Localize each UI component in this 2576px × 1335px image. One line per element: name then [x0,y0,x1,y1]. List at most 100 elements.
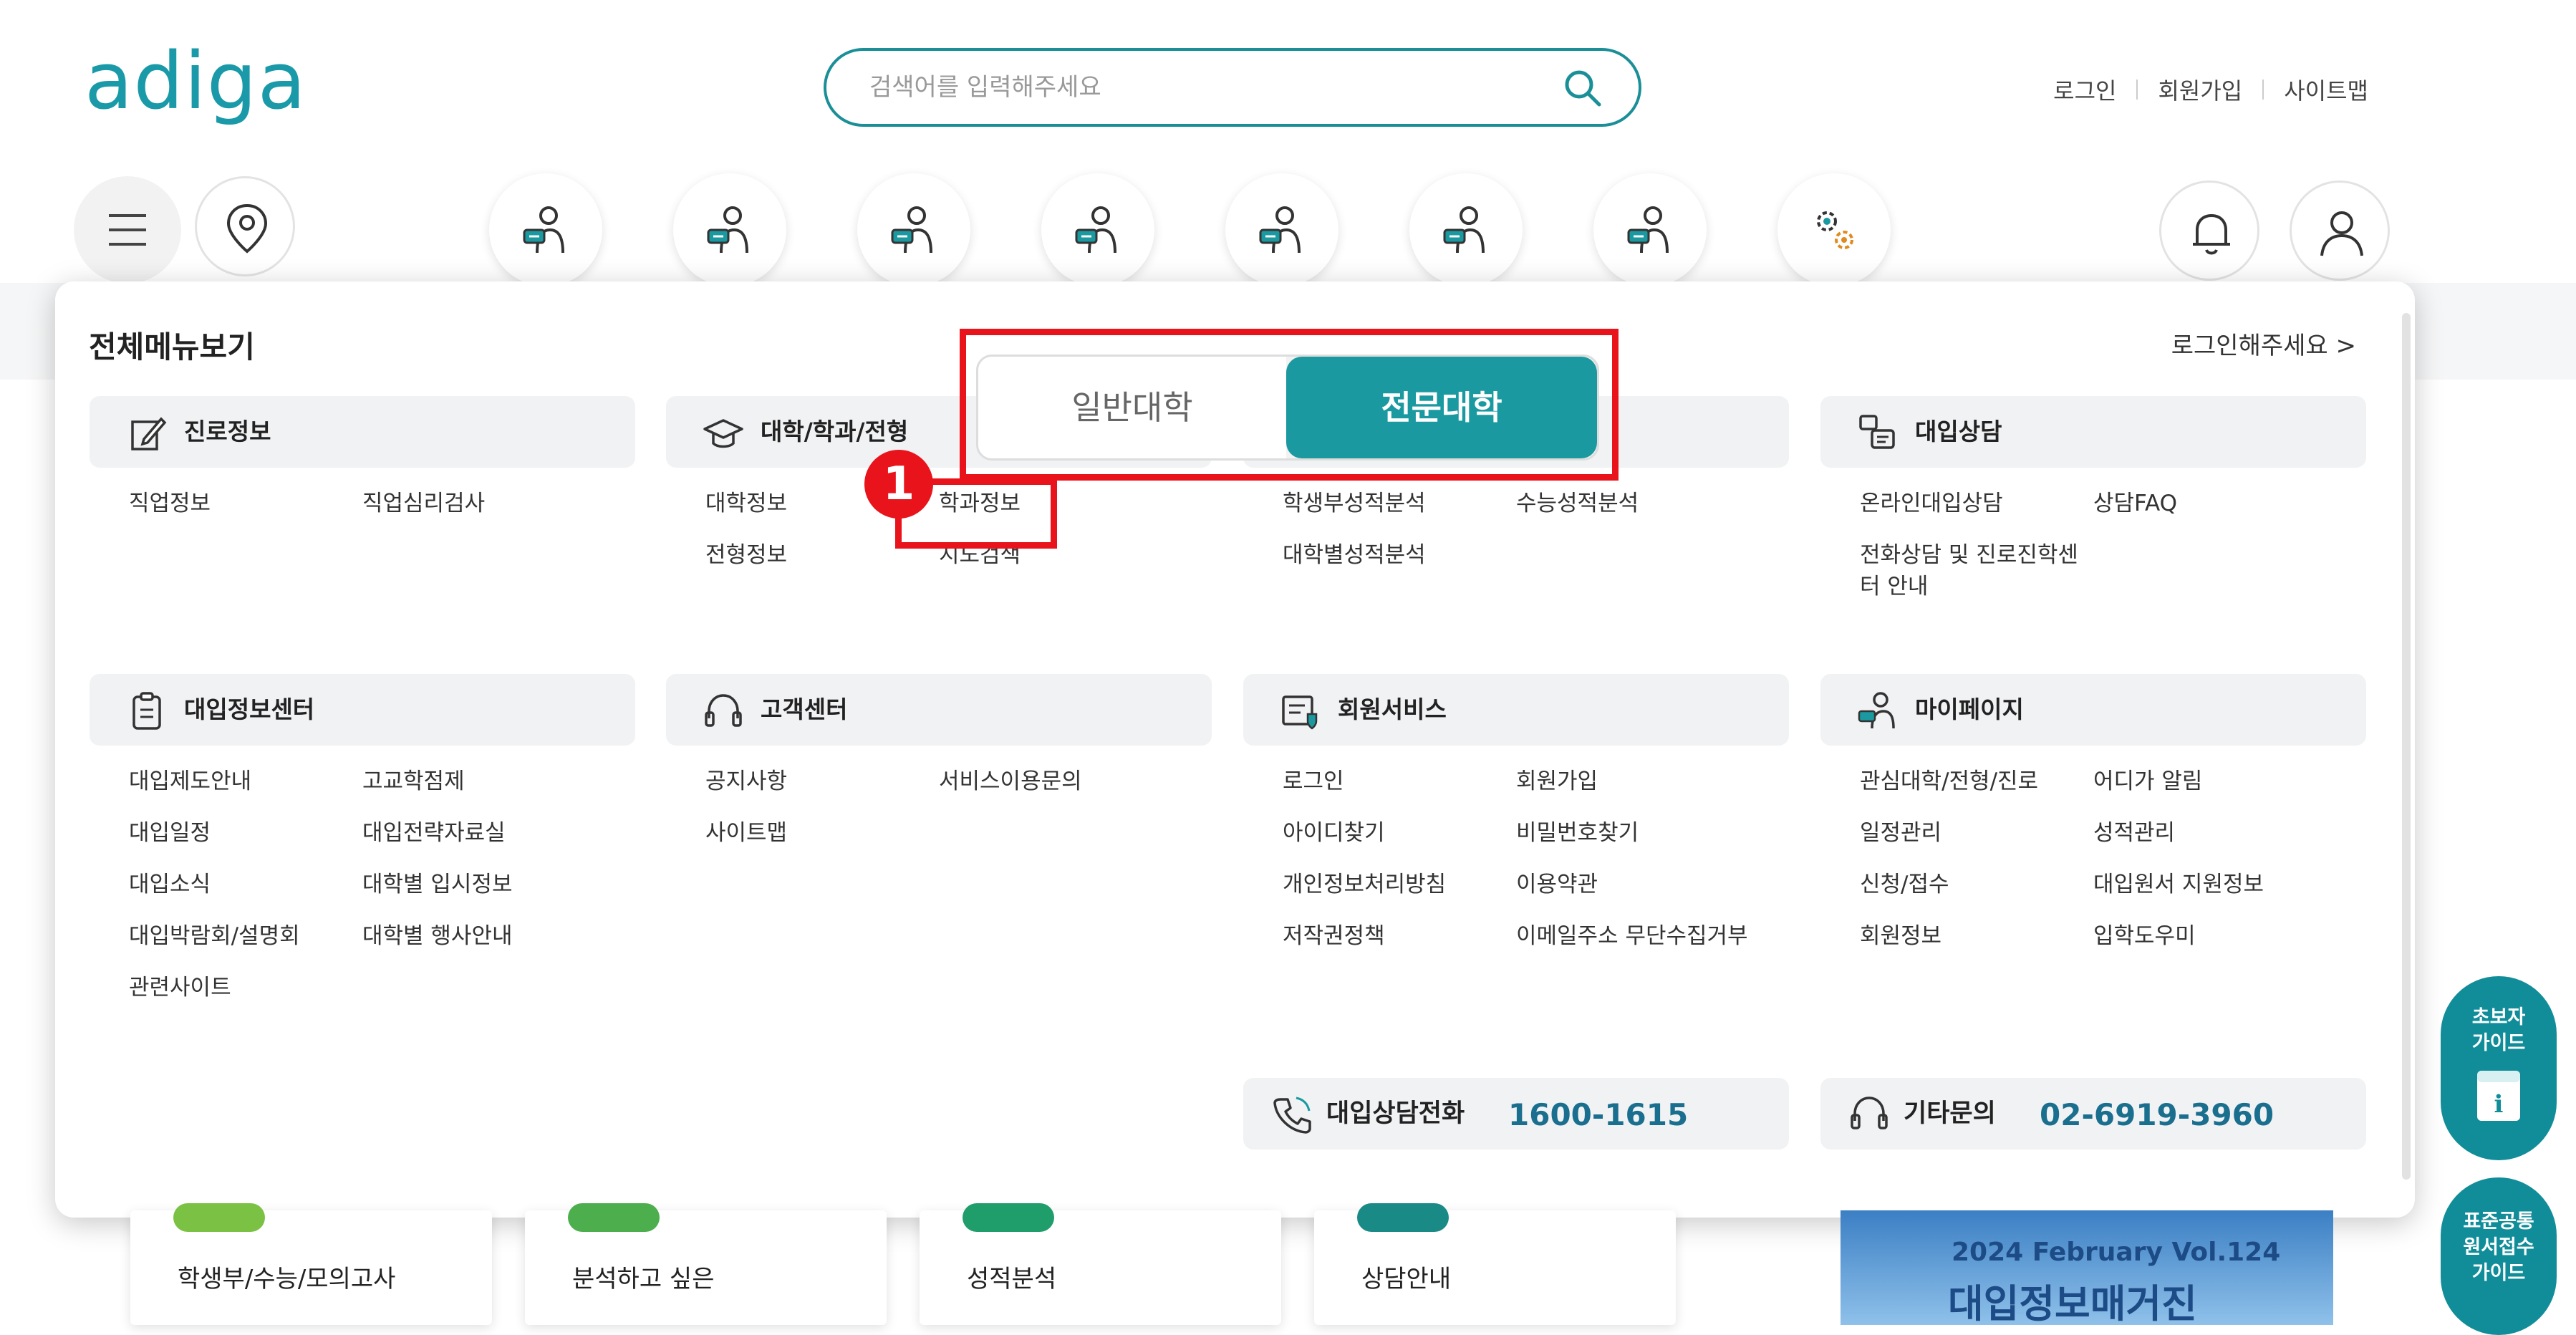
tab-junior-college[interactable]: 전문대학 [1286,357,1597,458]
menu-item[interactable]: 대학별성적분석 [1283,539,1516,571]
gears-icon [1817,211,1853,249]
signup-link[interactable]: 회원가입 [2158,73,2242,106]
section-mypage: 마이페이지 관심대학/전형/진로 어디가 알림 일정관리 성적관리 신청/접수 … [1820,674,2366,952]
menu-item[interactable]: 로그인 [1283,766,1516,797]
hamburger-icon [109,214,146,246]
site-logo[interactable]: adiga [85,42,307,120]
menu-item[interactable]: 고교학점제 [362,766,663,797]
section-header[interactable]: 대입정보센터 [90,674,635,746]
category-button[interactable] [489,173,602,286]
search-bar[interactable]: 검색어를 입력해주세요 [824,48,1641,127]
location-button[interactable] [195,176,295,276]
notification-button[interactable] [2159,180,2259,281]
menu-item[interactable]: 상담FAQ [2093,488,2308,519]
login-link[interactable]: 로그인 [2053,73,2116,106]
menu-item[interactable]: 신청/접수 [1860,869,2093,900]
guide-label: 초보자 가이드 [2471,1006,2526,1054]
menu-item[interactable]: 성적관리 [2093,817,2322,849]
standard-application-guide-button[interactable]: 표준공통 원서접수 가이드 [2441,1177,2557,1335]
bottom-card[interactable]: 분석하고 싶은 [525,1203,887,1325]
category-button[interactable] [1041,173,1154,286]
contact-number[interactable]: 02-6919-3960 [2040,1078,2274,1152]
menu-item[interactable]: 수능성적분석 [1516,488,1817,519]
divider [2262,79,2264,100]
contact-admission-phone[interactable]: 대입상담전화 1600-1615 [1243,1078,1789,1150]
card-tag [568,1203,660,1232]
beginner-guide-button[interactable]: 초보자 가이드 i [2441,976,2557,1160]
menu-item[interactable]: 대입일정 [129,817,362,849]
user-button[interactable] [2290,180,2390,281]
menu-item[interactable]: 대학별 입시정보 [362,869,663,900]
step-badge: 1 [864,450,933,519]
menu-item[interactable]: 대입제도안내 [129,766,362,797]
menu-item[interactable]: 이용약관 [1516,869,1817,900]
category-button[interactable] [1409,173,1523,286]
tab-general-university[interactable]: 일반대학 [978,357,1286,458]
menu-item[interactable]: 저작권정책 [1283,920,1516,952]
menu-item[interactable]: 회원가입 [1516,766,1817,797]
menu-item[interactable]: 입학도우미 [2093,920,2322,952]
menu-item[interactable]: 관심대학/전형/진로 [1860,766,2093,797]
bell-icon [2193,213,2230,255]
person-chat-icon [1858,692,1895,729]
bottom-card[interactable]: 상담안내 [1314,1203,1676,1325]
menu-item[interactable]: 직업심리검사 [362,488,663,519]
sitemap-link[interactable]: 사이트맵 [2284,73,2368,106]
category-button[interactable] [673,173,786,286]
section-header[interactable]: 회원서비스 [1243,674,1789,746]
menu-item[interactable]: 전화상담 및 진로진학센터 안내 [1860,539,2089,602]
menu-item[interactable]: 일정관리 [1860,817,2093,849]
person-chat-icon [1075,206,1116,254]
svg-text:i: i [2494,1090,2504,1119]
section-admission-center: 대입정보센터 대입제도안내 고교학점제 대입일정 대입전략자료실 대입소식 대학… [90,674,635,1003]
person-chat-icon [891,206,932,254]
menu-item[interactable]: 대입원서 지원정보 [2093,869,2322,900]
menu-item[interactable]: 공지사항 [705,766,939,797]
category-button[interactable] [1225,173,1338,286]
menu-item[interactable]: 관련사이트 [129,972,362,1003]
contact-other-inquiry[interactable]: 기타문의 02-6919-3960 [1820,1078,2366,1150]
section-header[interactable]: 마이페이지 [1820,674,2366,746]
panel-scrollbar[interactable] [2402,313,2411,1180]
panel-title: 전체메뉴보기 [89,329,255,365]
menu-item[interactable]: 아이디찾기 [1283,817,1516,849]
contact-number[interactable]: 1600-1615 [1508,1078,1688,1152]
phone-icon [1273,1097,1311,1134]
section-header[interactable]: 고객센터 [666,674,1212,746]
menu-item[interactable]: 사이트맵 [705,817,939,849]
clipboard-icon [132,692,161,730]
map-pin-icon [226,203,268,254]
section-title: 대입상담 [1915,418,2002,445]
section-title: 마이페이지 [1915,695,2024,723]
graduation-cap-icon [703,419,743,448]
menu-item[interactable]: 이메일주소 무단수집거부 [1516,920,1817,952]
menu-item[interactable]: 비밀번호찾기 [1516,817,1817,849]
section-header[interactable]: 대입상담 [1820,396,2366,468]
menu-item[interactable]: 학생부성적분석 [1283,488,1516,519]
menu-item[interactable]: 회원정보 [1860,920,2093,952]
menu-item[interactable]: 대학별 행사안내 [362,920,663,952]
user-icon [2320,211,2363,256]
book-info-icon: i [2477,1071,2520,1121]
search-input[interactable]: 검색어를 입력해주세요 [869,51,1101,124]
category-button[interactable] [1593,173,1707,286]
category-button[interactable] [857,173,970,286]
menu-item[interactable]: 개인정보처리방침 [1283,869,1516,900]
login-prompt-link[interactable]: 로그인해주세요 > [2171,326,2356,361]
search-icon[interactable] [1561,67,1604,110]
section-header[interactable]: 진로정보 [90,396,635,468]
menu-button[interactable] [74,176,181,284]
bottom-card[interactable]: 성적분석 [920,1203,1281,1325]
menu-item[interactable]: 온라인대입상담 [1860,488,2093,519]
section-title: 진로정보 [184,418,271,445]
bottom-card[interactable]: 학생부/수능/모의고사 [130,1203,492,1325]
menu-item[interactable]: 대입소식 [129,869,362,900]
menu-item[interactable]: 어디가 알림 [2093,766,2322,797]
menu-item[interactable]: 대입박람회/설명회 [129,920,362,952]
college-type-toggle[interactable]: 일반대학 전문대학 [976,355,1599,461]
menu-item[interactable]: 대입전략자료실 [362,817,663,849]
menu-item[interactable]: 서비스이용문의 [939,766,1240,797]
menu-item[interactable]: 직업정보 [129,488,362,519]
category-button[interactable] [1777,173,1891,286]
magazine-banner[interactable]: 2024 February Vol.124 대입정보매거진 [1841,1210,2333,1326]
